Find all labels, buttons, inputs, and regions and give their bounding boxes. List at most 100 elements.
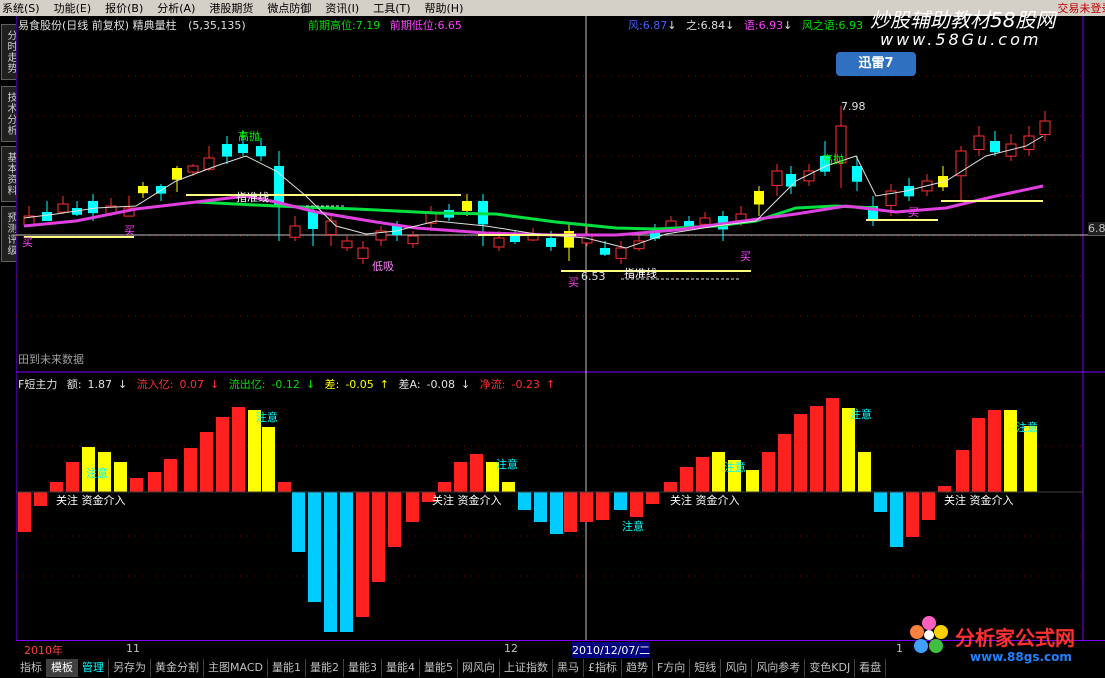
low-buy-label: 低吸 [372, 260, 394, 273]
volume-bar [906, 492, 919, 537]
bottom-tab-2[interactable]: 管理 [78, 659, 109, 677]
volume-bar [308, 492, 321, 602]
bottom-tab-21[interactable]: 看盘 [855, 659, 887, 677]
tab-intraday[interactable]: 分时走势 [1, 24, 17, 80]
candle-body [289, 225, 301, 238]
trade-status: 交易未登录 易食股份 [1057, 2, 1105, 15]
volume-bar [922, 492, 935, 520]
volume-bar [34, 492, 47, 506]
bottom-tab-13[interactable]: 黑马 [553, 659, 584, 677]
time-dec: 12 [504, 642, 518, 655]
high-sell-label: 高抛 [238, 130, 260, 143]
time-year: 2010年 [24, 644, 63, 657]
tab-technical[interactable]: 技术分析 [1, 86, 17, 142]
volume-bar [550, 492, 563, 534]
volume-bar [746, 470, 759, 492]
bottom-tab-4[interactable]: 黄金分割 [151, 659, 204, 677]
candle-body [600, 248, 610, 255]
menu-quote[interactable]: 报价(B) [105, 0, 143, 16]
bottom-tab-9[interactable]: 量能4 [382, 659, 420, 677]
bottom-tab-15[interactable]: 趋势 [622, 659, 653, 677]
volume-bar [696, 457, 709, 492]
menu-news[interactable]: 资讯(I) [325, 0, 359, 16]
candle-body [222, 144, 232, 157]
tab-forecast[interactable]: 预测评级 [1, 206, 17, 262]
bottom-tab-11[interactable]: 网风向 [458, 659, 500, 677]
volume-bar [596, 492, 609, 520]
ind-e6-label: 净流: [479, 378, 506, 391]
candle-body [88, 201, 98, 214]
bottom-tab-8[interactable]: 量能3 [344, 659, 382, 677]
prev-high-label: 前期高位: [308, 19, 356, 32]
ind-e2: 0.07 [179, 378, 204, 391]
focus-note-4: 关注 资金介入 [432, 494, 502, 507]
prev-low-label: 前期低位: [389, 19, 438, 32]
bottom-tab-5[interactable]: 主图MACD [204, 659, 268, 677]
volume-bar [148, 472, 161, 492]
buy-marker-3: 买 [568, 276, 579, 289]
candle-body [615, 247, 627, 259]
ma3-value: 6.93 [758, 19, 784, 32]
focus-note-2: 注意 [86, 467, 108, 480]
volume-bar [826, 398, 839, 492]
menu-defense[interactable]: 微点防御 [267, 0, 311, 16]
chart-title: 易食股份(日线 前复权) 精典量柱 (5,35,135) [18, 17, 246, 33]
no-data-label: 田到未来数据 [18, 353, 84, 366]
menu-function[interactable]: 功能(E) [54, 0, 92, 16]
volume-bar [324, 492, 337, 632]
bottom-tab-6[interactable]: 量能1 [268, 659, 306, 677]
watermark-bottom: 分析家公式网 [955, 626, 1075, 650]
volume-bar [66, 462, 79, 492]
volume-bar [438, 482, 451, 492]
focus-note-5: 注意 [496, 458, 518, 471]
bottom-tab-1[interactable]: 模板 [47, 659, 78, 677]
high-sell-label-2: 高抛 [822, 153, 844, 166]
bottom-tab-3[interactable]: 另存为 [109, 659, 151, 677]
volume-bar [278, 482, 291, 492]
bottom-tab-17[interactable]: 短线 [690, 659, 722, 677]
support-line-label: 指准线 [236, 191, 269, 204]
side-tabs: 分时走势 技术分析 基本资料 预测评级 [0, 16, 17, 656]
price-low-label: 6.53 [581, 270, 606, 283]
buy-marker-1: 买 [22, 236, 33, 249]
menu-tools[interactable]: 工具(T) [373, 0, 410, 16]
volume-bar [956, 450, 969, 492]
candle-body [407, 235, 419, 245]
time-nov: 11 [126, 642, 140, 655]
candle-body [493, 237, 505, 248]
bottom-tab-18[interactable]: 风向 [721, 659, 753, 677]
bottom-tab-10[interactable]: 量能5 [420, 659, 458, 677]
xunlei-badge[interactable]: 迅雷7 [836, 52, 916, 76]
candle-body [564, 231, 574, 248]
bottom-tab-12[interactable]: 上证指数 [500, 659, 553, 677]
volume-bar [680, 467, 693, 492]
bottom-tab-14[interactable]: £指标 [584, 659, 622, 677]
bottom-tab-16[interactable]: F方向 [653, 659, 691, 677]
menu-hk-futures[interactable]: 港股期货 [209, 0, 253, 16]
volume-bar [340, 492, 353, 632]
time-jan: 1 [896, 642, 903, 655]
menu-system[interactable]: 系统(S) [2, 0, 40, 16]
chart-area[interactable]: 易食股份(日线 前复权) 精典量柱 (5,35,135) 前期高位:7.19 前… [16, 16, 1105, 640]
candle-body [786, 174, 796, 187]
volume-bar [762, 452, 775, 492]
ma2-value: 6.84 [700, 19, 726, 32]
candle-body [138, 186, 148, 194]
support-line-label-2: 指准线 [624, 267, 657, 280]
bottom-tab-20[interactable]: 变色KDJ [805, 659, 856, 677]
candle-body [256, 146, 266, 157]
tab-fundamentals[interactable]: 基本资料 [1, 146, 17, 202]
ma1-label: 风: [628, 19, 643, 32]
buy-marker-4: 买 [740, 250, 751, 263]
volume-bar [972, 418, 985, 492]
volume-bar [200, 432, 213, 492]
bottom-tab-19[interactable]: 风向参考 [752, 659, 806, 677]
menu-help[interactable]: 帮助(H) [425, 0, 464, 16]
volume-bar [114, 462, 127, 492]
bottom-tab-0[interactable]: 指标 [16, 659, 47, 677]
volume-bar [794, 414, 807, 492]
watermark-bottom-url: www.88gs.com [970, 650, 1072, 664]
watermark-url: www.58Gu.com [880, 30, 1042, 49]
menu-analysis[interactable]: 分析(A) [157, 0, 195, 16]
bottom-tab-7[interactable]: 量能2 [306, 659, 344, 677]
